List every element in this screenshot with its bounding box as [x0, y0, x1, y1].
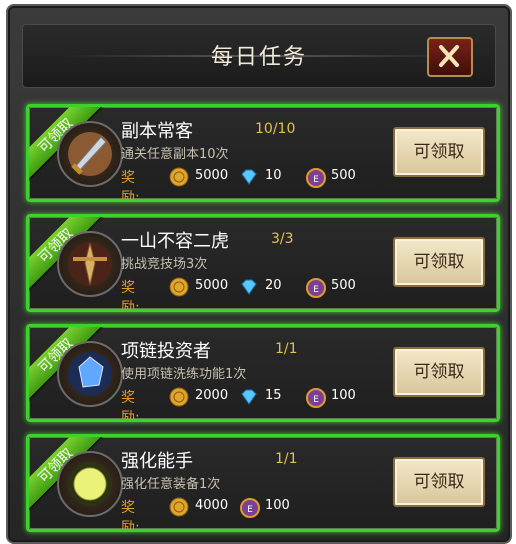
task-description: 通关任意副本10次	[121, 147, 229, 162]
reward-label: 奖励:	[121, 500, 140, 532]
diamond-amount: 15	[265, 388, 282, 403]
claim-button[interactable]: 可领取	[393, 347, 485, 397]
task-card: 可领取 一山不容二虎 3/3 挑战竞技场3次 奖励: 5000 20 E 500	[26, 214, 500, 312]
dialog-header: 每日任务	[22, 24, 496, 88]
diamond-amount: 10	[265, 168, 282, 183]
task-progress: 1/1	[275, 341, 298, 357]
svg-text:E: E	[313, 395, 319, 405]
gold-amount: 5000	[195, 278, 229, 293]
gold-amount: 5000	[195, 168, 229, 183]
gold-coin-icon	[169, 497, 189, 517]
close-button[interactable]	[427, 37, 473, 77]
task-card: 可领取 项链投资者 1/1 使用项链洗练功能1次 奖励: 2000 15 E 1…	[26, 324, 500, 422]
diamond-icon	[241, 389, 257, 405]
task-description: 挑战竞技场3次	[121, 257, 208, 272]
exp-amount: 100	[331, 388, 356, 403]
gold-amount: 2000	[195, 388, 229, 403]
exp-orb-icon: E	[306, 168, 326, 188]
task-description: 强化任意装备1次	[121, 477, 221, 492]
dialog-title: 每日任务	[210, 45, 307, 70]
diamond-icon	[241, 279, 257, 295]
exp-amount: 500	[331, 168, 356, 183]
task-card: 可领取 强化能手 1/1 强化任意装备1次 奖励: 4000 E 100 可领取	[26, 434, 500, 532]
task-progress: 3/3	[271, 231, 294, 247]
exp-amount: 500	[331, 278, 356, 293]
exp-orb-icon: E	[306, 278, 326, 298]
svg-text:E: E	[313, 175, 319, 185]
sapphire-necklace-icon	[57, 341, 123, 407]
task-progress: 10/10	[255, 121, 296, 137]
diamond-amount: 20	[265, 278, 282, 293]
gold-coin-icon	[169, 387, 189, 407]
claim-button[interactable]: 可领取	[393, 457, 485, 507]
task-progress: 1/1	[275, 451, 298, 467]
task-name: 一山不容二虎	[121, 231, 229, 252]
gold-coin-icon	[169, 277, 189, 297]
task-card: 可领取 副本常客 10/10 通关任意副本10次 奖励: 5000 10 E 5…	[26, 104, 500, 202]
exp-orb-icon: E	[306, 388, 326, 408]
task-name: 强化能手	[121, 451, 193, 472]
arena-emblem-icon	[57, 231, 123, 297]
claim-button[interactable]: 可领取	[393, 237, 485, 287]
reward-label: 奖励:	[121, 280, 140, 312]
exp-orb-icon: E	[240, 498, 260, 518]
svg-text:E: E	[313, 285, 319, 295]
exp-amount: 100	[265, 498, 290, 513]
reward-label: 奖励:	[121, 390, 140, 422]
gem-enhance-icon	[57, 451, 123, 517]
svg-text:E: E	[247, 505, 253, 515]
task-name: 副本常客	[121, 121, 193, 142]
claim-button[interactable]: 可领取	[393, 127, 485, 177]
task-name: 项链投资者	[121, 341, 211, 362]
close-icon	[439, 45, 459, 67]
gold-coin-icon	[169, 167, 189, 187]
dungeon-sword-icon	[57, 121, 123, 187]
diamond-icon	[241, 169, 257, 185]
task-description: 使用项链洗练功能1次	[121, 367, 247, 382]
daily-tasks-dialog: 每日任务 可领取 副本常客 10/10 通关任意副本10次 奖励: 5000 1…	[6, 4, 512, 544]
reward-label: 奖励:	[121, 170, 140, 202]
gold-amount: 4000	[195, 498, 229, 513]
